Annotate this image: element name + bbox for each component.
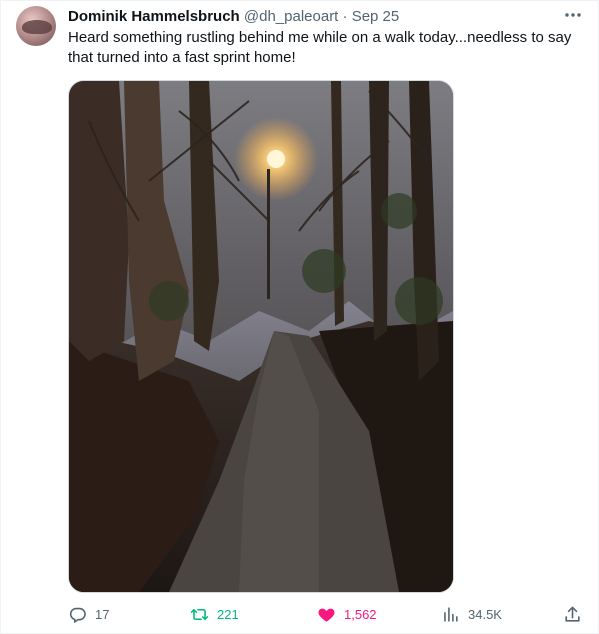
separator: · xyxy=(342,8,348,25)
retweet-count: 221 xyxy=(217,606,239,622)
reply-count: 17 xyxy=(95,606,110,622)
retweet-button[interactable]: 221 xyxy=(190,602,239,626)
post-date[interactable]: Sep 25 xyxy=(352,8,400,25)
reply-icon xyxy=(69,607,86,623)
share-button[interactable] xyxy=(563,602,590,626)
more-dots-icon-glyph xyxy=(565,13,581,17)
tweet-photo[interactable] xyxy=(68,80,454,593)
share-icon xyxy=(565,606,580,622)
avatar[interactable] xyxy=(16,6,56,46)
retweet-icon xyxy=(190,608,209,620)
analytics-icon xyxy=(444,606,458,622)
like-button[interactable]: 1,562 xyxy=(317,602,377,626)
like-count: 1,562 xyxy=(344,606,377,622)
tweet-card[interactable]: Dominik Hammelsbruch @dh_paleoart · Sep … xyxy=(0,0,599,634)
tweet-text: Heard something rustling behind me while… xyxy=(68,29,572,66)
reply-button[interactable]: 17 xyxy=(68,602,109,626)
views-button[interactable]: 34.5K xyxy=(441,602,502,626)
display-name[interactable]: Dominik Hammelsbruch xyxy=(68,8,240,25)
forest-path-photo xyxy=(69,81,453,592)
handle[interactable]: @dh_paleoart xyxy=(244,8,338,25)
heart-icon xyxy=(318,608,335,622)
tweet-header: Dominik Hammelsbruch @dh_paleoart · Sep … xyxy=(68,7,558,27)
views-count: 34.5K xyxy=(468,606,502,622)
more-dots-icon[interactable] xyxy=(561,5,585,25)
tweet-actions: 17 221 1,562 34.5K xyxy=(68,602,588,626)
